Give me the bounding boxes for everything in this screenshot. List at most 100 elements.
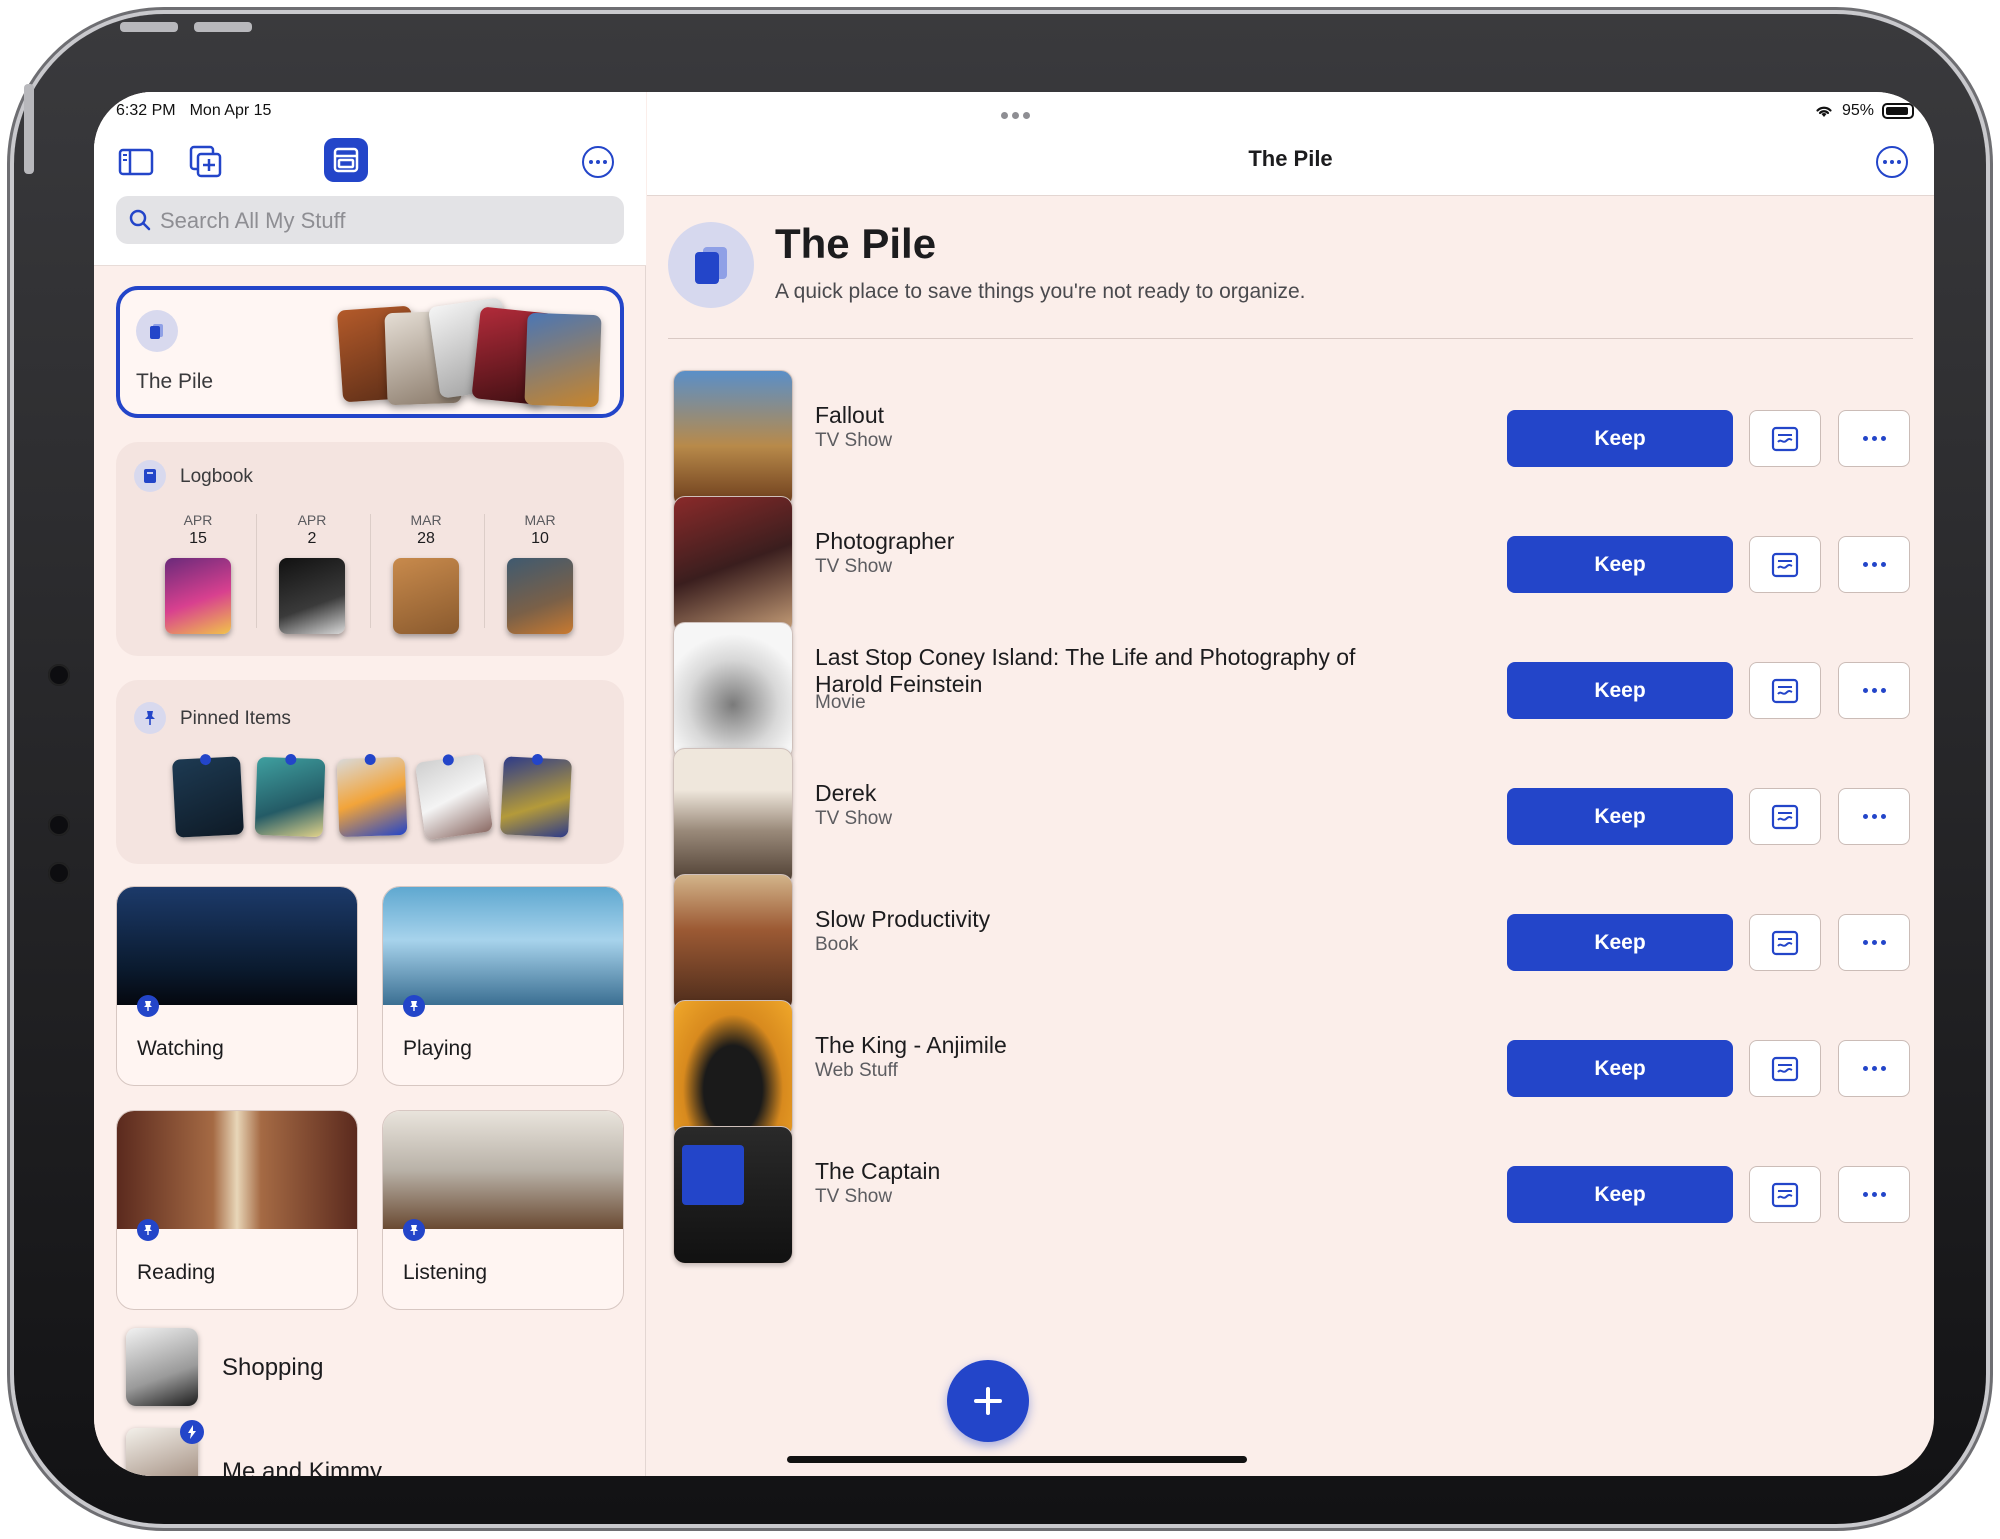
shelf-view-button[interactable] [324,138,368,182]
multitasking-grabber-icon[interactable] [999,106,1032,124]
pinned-thumb[interactable] [336,753,408,838]
list-item[interactable]: The King - Anjimile Web Stuff Keep [673,1000,1918,1140]
note-button[interactable] [1749,914,1821,971]
item-title: The Captain [815,1158,941,1184]
main-pane: The Pile 95% The Pile A quick place to s… [647,92,1934,1476]
note-button[interactable] [1749,662,1821,719]
keep-button[interactable]: Keep [1507,536,1733,593]
item-more-button[interactable] [1838,662,1910,719]
item-type: Movie [815,692,866,713]
the-captain-poster [673,1126,793,1264]
logbook-day: 28 [417,530,435,547]
list-item[interactable]: Slow Productivity Book Keep [673,874,1918,1014]
logbook-entry[interactable]: APR 2 [256,512,368,634]
collection-tile-playing[interactable]: Playing [382,886,624,1086]
item-more-button[interactable] [1838,1166,1910,1223]
pinned-thumb[interactable] [414,753,494,841]
sidebar-more-icon[interactable] [582,146,614,178]
pinned-thumb[interactable] [172,753,244,838]
home-indicator[interactable] [787,1456,1247,1463]
logbook-thumb [393,558,459,634]
the-king-cover [673,1000,793,1138]
pile-card[interactable]: The Pile [116,286,624,418]
note-icon [1771,426,1799,451]
pin-dot [531,753,544,766]
pin-icon [134,702,166,734]
note-button[interactable] [1749,536,1821,593]
slow-productivity-cover [673,874,793,1012]
logbook-entry[interactable]: MAR 28 [370,512,482,634]
camera-dot [48,814,70,836]
item-title: Fallout [815,402,885,428]
pinned-items-card[interactable]: Pinned Items [116,680,624,864]
add-item-button[interactable] [947,1360,1029,1442]
list-item[interactable]: The Captain TV Show Keep [673,1126,1918,1266]
logbook-day: 2 [307,530,317,547]
logbook-entry[interactable]: MAR 10 [484,512,596,634]
note-icon [1771,1182,1799,1207]
page-title: The Pile [775,220,937,267]
logbook-icon [134,460,166,492]
list-item[interactable]: Last Stop Coney Island: The Life and Pho… [673,622,1918,762]
item-more-button[interactable] [1838,1040,1910,1097]
wifi-icon [1816,106,1832,117]
note-button[interactable] [1749,1040,1821,1097]
header-title: The Pile [1248,146,1333,171]
tile-label: Watching [137,1037,224,1060]
page-subtitle: A quick place to save things you're not … [775,280,1306,303]
item-title: Derek [815,780,877,806]
fallout-poster [673,370,793,508]
pile-hero-icon [668,222,754,308]
reading-image [117,1111,357,1229]
pin-badge-icon [137,995,159,1017]
note-button[interactable] [1749,410,1821,467]
status-bar-right: 95% [1814,102,1914,120]
list-item[interactable]: Photographer TV Show Keep [673,496,1918,636]
item-type: TV Show [815,1186,893,1207]
item-more-button[interactable] [1838,914,1910,971]
main-more-icon[interactable] [1876,146,1908,178]
collection-tile-reading[interactable]: Reading [116,1110,358,1310]
pinned-thumb[interactable] [500,753,572,838]
note-icon [1771,1056,1799,1081]
bolt-icon [180,1420,204,1444]
keep-button[interactable]: Keep [1507,914,1733,971]
plus-icon [974,1387,1002,1415]
collection-tile-listening[interactable]: Listening [382,1110,624,1310]
note-button[interactable] [1749,788,1821,845]
keep-button[interactable]: Keep [1507,410,1733,467]
top-button [120,22,178,32]
item-more-button[interactable] [1838,410,1910,467]
keep-button[interactable]: Keep [1507,662,1733,719]
logbook-day: 10 [531,530,549,547]
new-collection-icon[interactable] [186,142,226,182]
keep-button[interactable]: Keep [1507,1166,1733,1223]
item-type: TV Show [815,808,893,829]
pin-dot [442,753,455,767]
photographer-poster [673,496,793,634]
shelf-icon [333,147,359,173]
ipad-frame: 6:32 PM Mon Apr 15 Search All My Stuff T… [14,14,1986,1524]
note-icon [1771,804,1799,829]
item-more-button[interactable] [1838,788,1910,845]
list-item[interactable]: Fallout TV Show Keep [673,370,1918,510]
item-title: Slow Productivity [815,906,991,932]
item-more-button[interactable] [1838,536,1910,593]
note-icon [1771,552,1799,577]
note-button[interactable] [1749,1166,1821,1223]
pinned-items-title: Pinned Items [180,708,291,729]
item-type: Web Stuff [815,1060,898,1081]
pinned-thumb[interactable] [254,753,326,838]
sidebar-toggle-icon[interactable] [116,142,156,182]
search-input[interactable]: Search All My Stuff [116,196,624,244]
list-item[interactable]: Derek TV Show Keep [673,748,1918,888]
logbook-month: MAR [410,512,442,528]
battery-percent: 95% [1841,102,1874,119]
logbook-month: MAR [524,512,556,528]
logbook-card[interactable]: Logbook APR 15 APR 2 MAR 28 MAR 10 [116,442,624,656]
keep-button[interactable]: Keep [1507,788,1733,845]
keep-button[interactable]: Keep [1507,1040,1733,1097]
collection-tile-watching[interactable]: Watching [116,886,358,1086]
watching-image [117,887,357,1005]
logbook-entry[interactable]: APR 15 [142,512,254,634]
